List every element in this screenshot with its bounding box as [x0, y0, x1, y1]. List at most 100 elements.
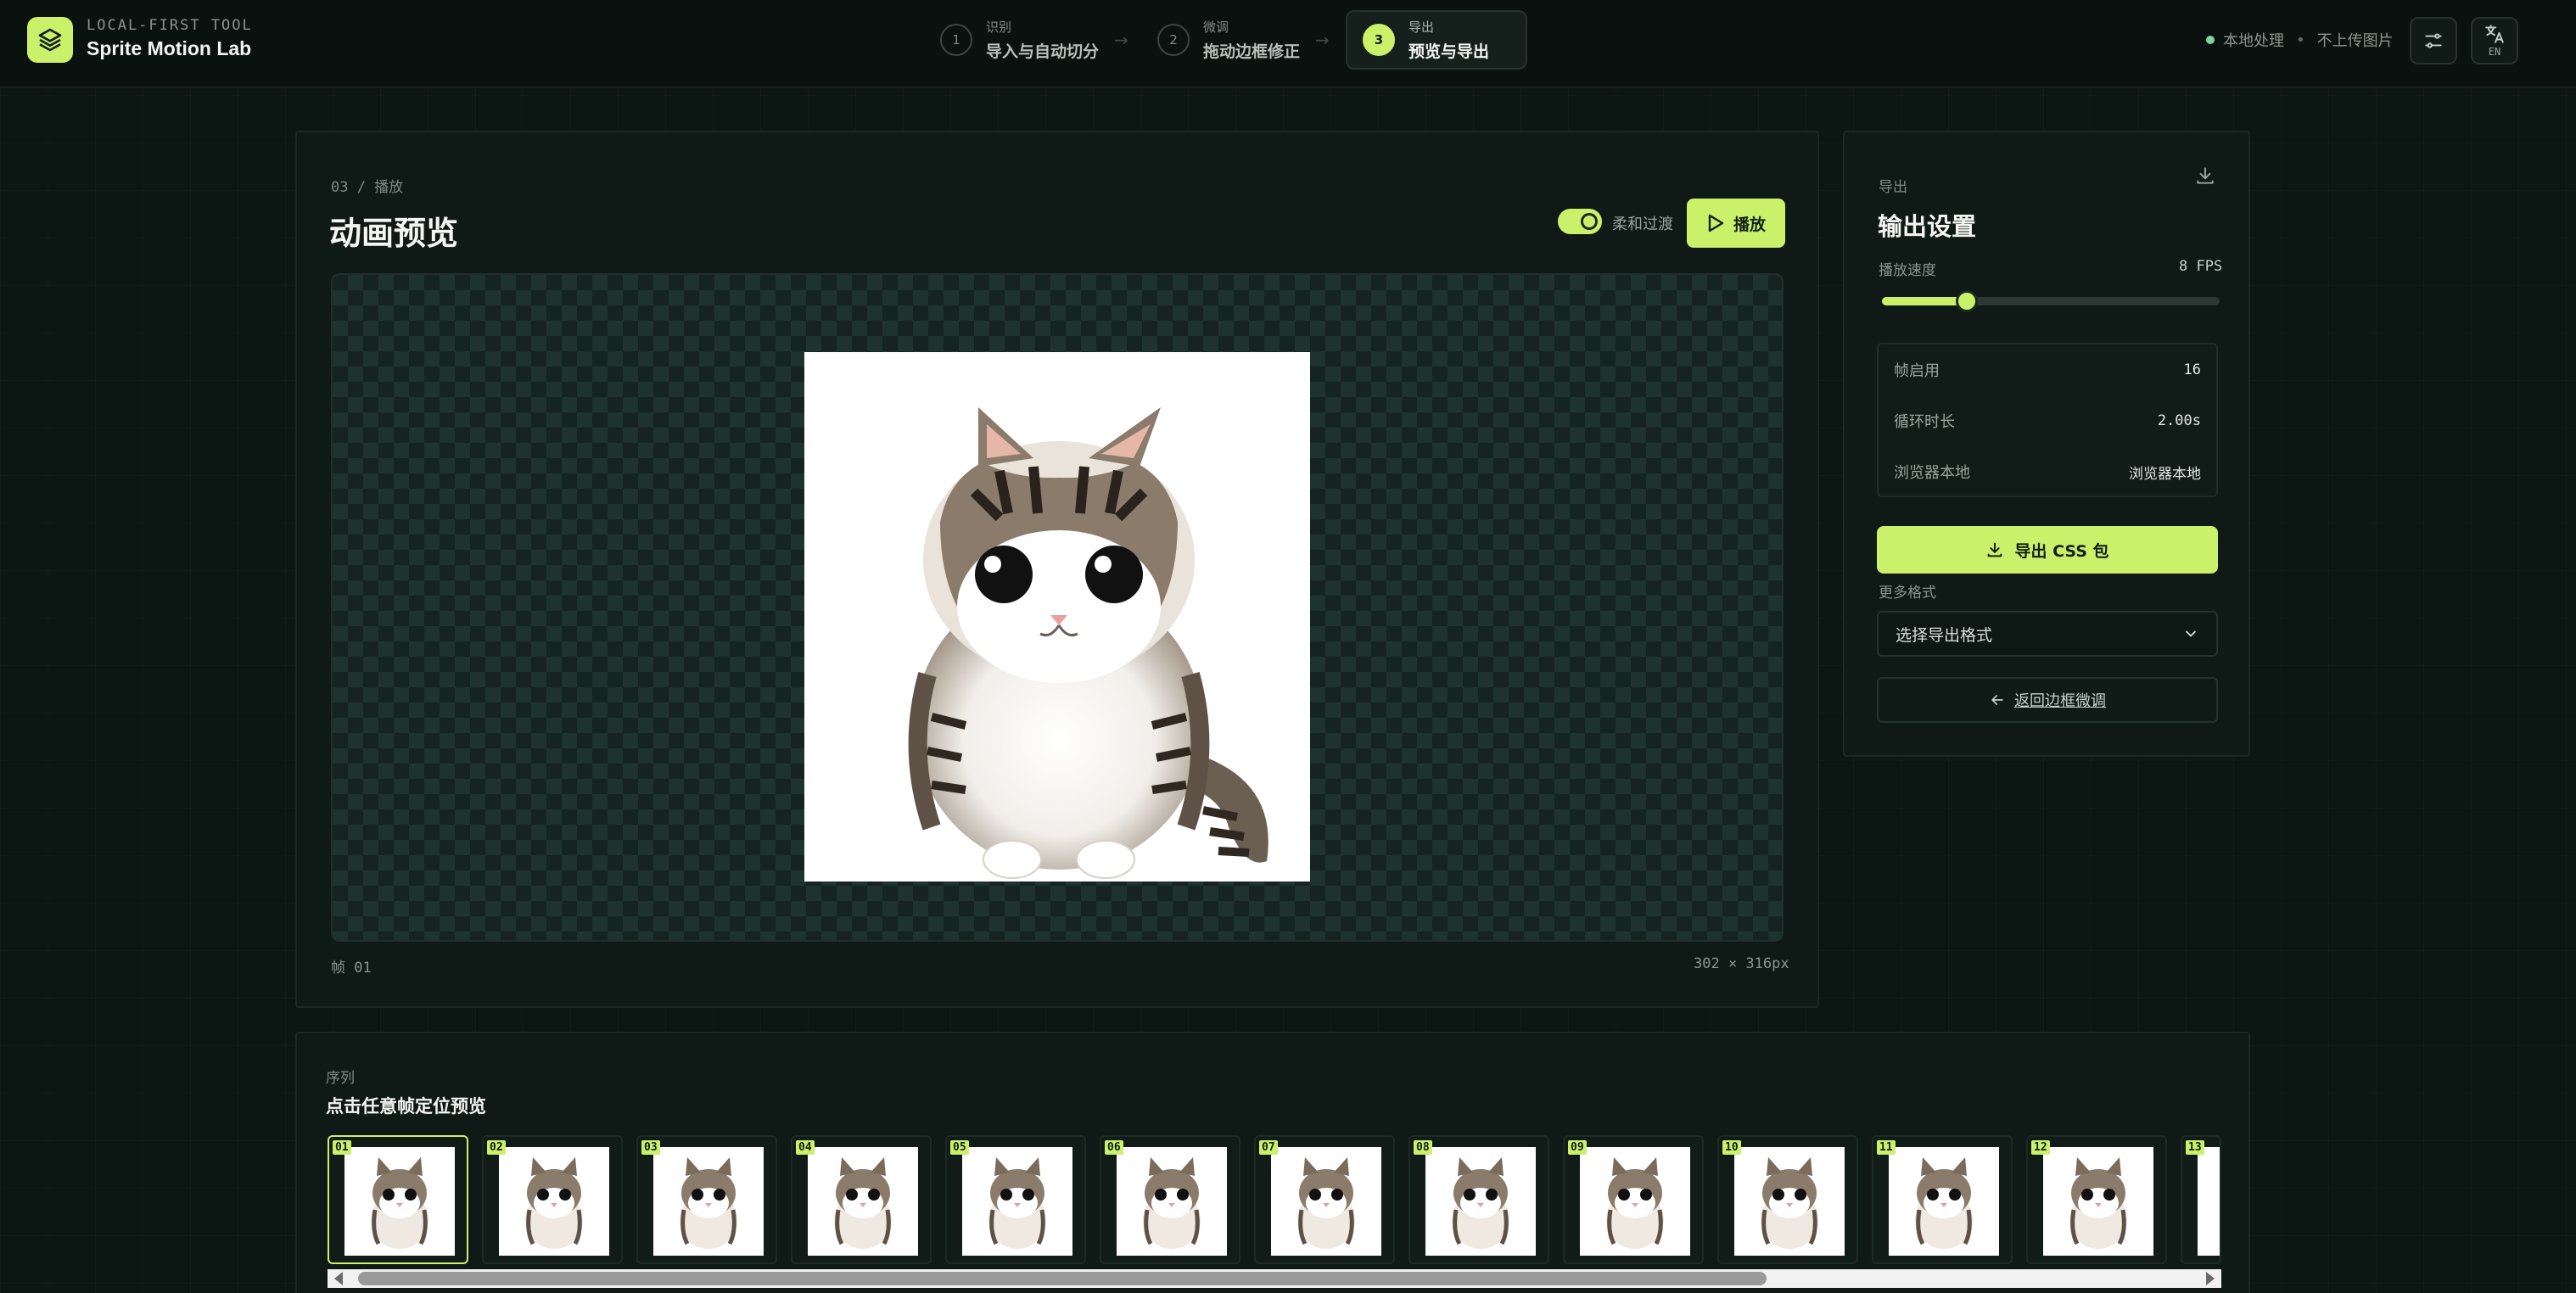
- stat-value: 2.00s: [2157, 412, 2201, 429]
- stat-key: 帧启用: [1894, 362, 1940, 380]
- stat-key: 循环时长: [1894, 413, 1955, 431]
- frame-number-badge: 04: [796, 1140, 815, 1155]
- stat-row: 浏览器本地 浏览器本地: [1894, 446, 2201, 497]
- cat-sprite-image: [908, 407, 1268, 879]
- frame-thumbnail-image: [1889, 1147, 1999, 1256]
- status-local: 本地处理: [2223, 32, 2284, 50]
- export-title: 输出设置: [1878, 212, 1977, 241]
- export-css-label: 导出 CSS 包: [2014, 541, 2109, 561]
- frame-number-badge: 07: [1259, 1140, 1278, 1155]
- step-2[interactable]: 2 微调 拖动边框修正 →: [1140, 10, 1352, 70]
- frame-number-badge: 05: [950, 1140, 969, 1155]
- frame-thumbnail-image: [1580, 1147, 1690, 1256]
- step-number: 2: [1157, 24, 1190, 56]
- step-1[interactable]: 1 识别 导入与自动切分 →: [923, 10, 1135, 70]
- back-to-adjust-label: 返回边框微调: [2014, 692, 2106, 710]
- frame-number-badge: 11: [1877, 1140, 1896, 1155]
- frame-number-badge: 09: [1568, 1140, 1587, 1155]
- frame-thumbnail[interactable]: 08: [1408, 1135, 1549, 1264]
- step-3[interactable]: 3 导出 预览与导出: [1346, 10, 1527, 70]
- step-label: 导入与自动切分: [986, 42, 1100, 61]
- stat-row: 帧启用 16: [1894, 344, 2201, 395]
- back-to-adjust-button[interactable]: 返回边框微调: [1877, 677, 2218, 723]
- frame-thumbnail-image: [1117, 1147, 1227, 1256]
- status-dot-icon: [2206, 36, 2215, 44]
- app-header: LOCAL-FIRST TOOL Sprite Motion Lab 1 识别 …: [0, 0, 2576, 88]
- frame-thumbnail[interactable]: 06: [1100, 1135, 1240, 1264]
- chevron-down-icon: [2186, 630, 2196, 637]
- sequence-breadcrumb: 序列: [326, 1070, 355, 1087]
- more-formats-label: 更多格式: [1879, 585, 1936, 602]
- step-label: 预览与导出: [1408, 42, 1490, 61]
- frame-thumbnail[interactable]: 01: [328, 1135, 468, 1264]
- frame-number-badge: 13: [2186, 1140, 2204, 1155]
- step-small-label: 导出: [1408, 20, 1435, 35]
- frame-thumbnail[interactable]: 13: [2181, 1135, 2221, 1264]
- speed-slider-fill: [1882, 297, 1967, 305]
- frame-thumbnail[interactable]: 02: [482, 1135, 623, 1264]
- export-format-value: 选择导出格式: [1896, 625, 1993, 645]
- frame-thumbnail-image: [653, 1147, 764, 1256]
- frame-thumbnail-image: [1734, 1147, 1845, 1256]
- frame-thumbnail[interactable]: 10: [1717, 1135, 1858, 1264]
- status-separator: •: [2296, 31, 2305, 49]
- app-title: Sprite Motion Lab: [87, 37, 252, 59]
- frame-thumbnail[interactable]: 03: [636, 1135, 777, 1264]
- sequence-title: 点击任意帧定位预览: [326, 1096, 486, 1117]
- language-button[interactable]: EN: [2471, 17, 2518, 64]
- speed-slider-thumb[interactable]: [1955, 290, 1978, 312]
- settings-button[interactable]: [2410, 17, 2457, 64]
- step-small-label: 微调: [1203, 20, 1229, 35]
- play-button[interactable]: 播放: [1687, 199, 1785, 248]
- frame-thumbnail-image: [962, 1147, 1072, 1256]
- frame-thumbnail-image: [1271, 1147, 1381, 1256]
- frame-number-badge: 02: [487, 1140, 506, 1155]
- frame-thumbnail-image: [344, 1147, 455, 1256]
- frame-thumbnail[interactable]: 05: [945, 1135, 1086, 1264]
- step-number: 1: [940, 24, 972, 56]
- frame-thumbnail-image: [808, 1147, 918, 1256]
- horizontal-scrollbar[interactable]: [328, 1269, 2221, 1288]
- smooth-transition-label: 柔和过渡: [1612, 216, 1673, 233]
- frame-thumbnail[interactable]: 07: [1254, 1135, 1395, 1264]
- frame-number-badge: 12: [2031, 1140, 2050, 1155]
- step-label: 拖动边框修正: [1203, 42, 1301, 61]
- status-no-upload: 不上传图片: [2316, 32, 2394, 50]
- speed-label: 播放速度: [1879, 262, 1936, 279]
- sliders-icon: [2425, 33, 2442, 48]
- frame-thumbnail[interactable]: 04: [791, 1135, 932, 1264]
- step-small-label: 识别: [986, 20, 1012, 35]
- app-tagline: LOCAL-FIRST TOOL: [87, 17, 253, 34]
- preview-title: 动画预览: [329, 215, 459, 252]
- export-css-button[interactable]: 导出 CSS 包: [1877, 526, 2218, 574]
- frame-thumbnail[interactable]: 12: [2026, 1135, 2167, 1264]
- frame-thumbnail-image: [1425, 1147, 1536, 1256]
- frame-number-badge: 06: [1105, 1140, 1123, 1155]
- download-icon: [1988, 542, 2002, 557]
- scroll-left-arrow-icon[interactable]: [334, 1272, 343, 1285]
- arrow-right-icon: →: [1315, 30, 1330, 50]
- stat-key: 浏览器本地: [1894, 464, 1970, 482]
- stat-value: 浏览器本地: [2129, 465, 2201, 483]
- current-frame-label: 帧 01: [331, 960, 372, 977]
- stat-value: 16: [2183, 361, 2201, 378]
- preview-breadcrumb: 03 / 播放: [331, 179, 404, 196]
- frame-number-badge: 01: [333, 1140, 351, 1155]
- arrow-left-icon: [1991, 695, 2003, 705]
- scrollbar-thumb[interactable]: [358, 1272, 1767, 1285]
- export-stats: 帧启用 16 循环时长 2.00s 浏览器本地 浏览器本地: [1877, 343, 2218, 497]
- scroll-right-arrow-icon[interactable]: [2206, 1272, 2215, 1285]
- frame-thumbnail-image: [2043, 1147, 2153, 1256]
- frame-thumbnail-image: [2198, 1147, 2220, 1256]
- frame-thumbnail[interactable]: 11: [1872, 1135, 2013, 1264]
- play-label: 播放: [1733, 215, 1766, 234]
- frame-number-badge: 03: [641, 1140, 660, 1155]
- preview-frame-image: [804, 352, 1310, 882]
- step-number: 3: [1363, 24, 1395, 56]
- download-icon[interactable]: [2194, 165, 2216, 187]
- export-format-select[interactable]: 选择导出格式: [1877, 611, 2218, 657]
- smooth-transition-toggle[interactable]: [1558, 209, 1602, 234]
- translate-icon: [2485, 25, 2504, 43]
- frame-thumbnail-image: [499, 1147, 609, 1256]
- frame-thumbnail[interactable]: 09: [1563, 1135, 1704, 1264]
